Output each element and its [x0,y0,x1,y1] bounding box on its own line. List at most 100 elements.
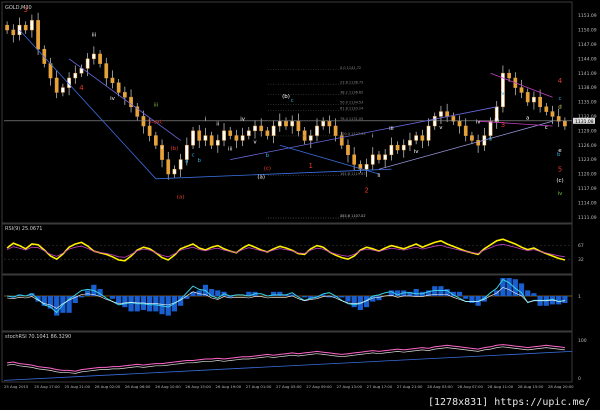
candle-body [383,154,388,160]
candle-body [172,168,177,175]
chart-title: GOLD,M30 [5,5,32,11]
candle-body [153,135,158,146]
price-tick-label: 1126.09 [578,143,597,149]
fib-level-label: 100.0 1127.93 [340,132,366,136]
time-tick-label: 27 Aug 21:00 [397,384,423,389]
candle-body [123,92,127,98]
candle-body [290,120,295,127]
time-tick-label: 26 Aug 06:00 [125,384,151,389]
wave-label: 4 [558,77,563,85]
macd-histogram-bar [345,296,351,302]
candle-body [420,135,425,141]
wave-label: (b) [282,94,290,100]
wave-label: iii [92,33,97,39]
time-tick-label: 26 Aug 02:00 [95,384,121,389]
candle-body [265,130,270,136]
wave-label: (b) [171,146,179,152]
wave-label: iii [154,102,159,108]
candle-body [302,130,307,141]
wave-label: b [266,153,270,159]
wave-label: iv [110,96,116,102]
wave-label: a [526,115,529,121]
candle-body [215,140,220,146]
time-tick-label: 28 Aug 03:00 [427,384,453,389]
price-tick-label: 1150.09 [578,28,597,34]
fib-level-label: 76.4 1131.05 [340,117,363,121]
candle-body [277,120,282,127]
candle-body [389,144,394,156]
wave-label: a [185,158,188,164]
macd-histogram-bar [456,291,463,296]
candle-body [439,111,443,117]
candle-body [284,120,288,127]
price-tick-label: 1114.09 [578,200,597,206]
candle-body [321,120,326,127]
wave-label: 5 [558,165,562,173]
candle-body [364,164,369,170]
rsi-label: RSI(9) 25.0671 [5,226,42,232]
candle-body [222,130,226,141]
macd-histogram-bar [531,293,537,296]
chart-background [0,0,600,410]
candle-body [408,140,412,146]
candle-body [166,159,171,175]
macd-histogram-bar [556,296,562,305]
time-tick-label: 27 Aug 13:00 [336,384,362,389]
wave-label: iii [389,126,394,132]
time-tick-label: 26 Aug 15:00 [185,384,211,389]
time-tick-label: 25 Aug 17:00 [34,384,60,389]
price-tick-label: 1123.09 [578,157,597,163]
macd-histogram-bar [339,296,345,298]
wave-label: c [558,96,561,102]
candle-body [104,63,109,79]
fib-level-label: 423.6 1107.22 [340,214,366,218]
candle-body [48,63,53,79]
candle-body [532,96,536,103]
time-tick-label: 28 Aug 11:00 [488,384,514,389]
candle-body [98,53,102,64]
gold-m30-chart: 0.0 1141.72 23.6 1138.72 38.2 1136.62 50.0 … [0,0,600,410]
wave-label: d [558,105,562,111]
candle-body [432,116,437,127]
wave-label: iii [494,118,499,124]
wave-label: c [192,153,195,159]
wave-label: c [545,125,548,131]
wave-label: b [489,137,493,143]
macd-histogram-bar [413,289,419,296]
candle-body [296,120,301,132]
fib-level-label: 61.8 1133.24 [340,107,364,111]
price-tick-label: 1111.09 [578,215,597,221]
wave-label: b [197,158,201,164]
wave-label: iv [476,120,482,126]
candle-body [11,29,16,36]
candle-body [457,120,462,127]
candle-body [550,111,555,117]
candle-body [451,116,456,122]
candle-body [426,125,431,141]
candle-body [544,106,549,112]
candle-body [370,154,375,165]
time-tick-label: 28 Aug 07:00 [457,384,483,389]
candle-body [315,125,319,136]
time-tick-label: 27 Aug 01:00 [246,384,272,389]
candle-body [538,96,542,108]
candle-body [346,144,350,156]
candle-body [507,72,511,79]
wave-label: ii [377,173,381,179]
candle-body [308,135,313,141]
wave-label: iv [414,149,420,155]
wave-label: (c) [556,178,563,184]
price-tick-label: 1120.09 [578,172,597,178]
time-tick-label: 27 Aug 05:00 [276,384,302,389]
macd-histogram-bar [512,279,518,296]
candle-body [110,77,115,84]
watermark: [1278x831] https://upic.me/ [428,397,591,408]
wave-label: (a) [177,194,185,200]
wave-label: iv [240,116,246,122]
macd-histogram-bar [562,296,568,303]
macd-histogram-bar [109,296,116,299]
macd-histogram-bar [301,296,308,298]
wave-label: 5-ext. [148,120,164,126]
wave-label: ii [216,121,220,127]
candle-body [556,116,561,122]
